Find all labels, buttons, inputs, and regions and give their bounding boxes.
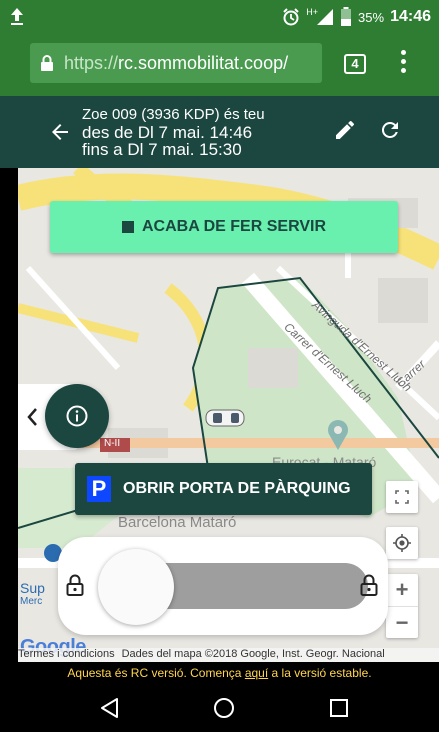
- home-circle-icon[interactable]: [212, 696, 236, 720]
- poi-label: Merc: [20, 596, 43, 607]
- car-marker-icon[interactable]: [204, 407, 246, 429]
- fullscreen-button[interactable]: [386, 481, 418, 513]
- overflow-menu-icon[interactable]: [396, 50, 410, 76]
- url-text: https://rc.sommobilitat.coop/: [64, 53, 288, 74]
- signal-icon: [317, 9, 334, 25]
- url-bar[interactable]: https://rc.sommobilitat.coop/: [30, 43, 322, 83]
- zoom-in-button[interactable]: +: [386, 574, 418, 606]
- poi-label: Sup: [20, 580, 45, 596]
- my-location-button[interactable]: [386, 527, 418, 559]
- refresh-icon[interactable]: [378, 118, 402, 142]
- app-header: Zoe 009 (3936 KDP) és teu des de Dl 7 ma…: [0, 96, 439, 168]
- battery-icon: [341, 7, 352, 26]
- finish-usage-label: ACABA DE FER SERVIR: [141, 218, 327, 235]
- open-parking-door-button[interactable]: P OBRIR PORTA DE PÀRQUING: [75, 463, 372, 515]
- version-banner-suffix: a la versió estable.: [268, 666, 372, 680]
- finish-usage-button[interactable]: ACABA DE FER SERVIR: [50, 201, 398, 253]
- map-attribution: Termes i condicions Dades del mapa ©2018 …: [18, 648, 439, 662]
- zoom-control: + −: [386, 574, 418, 638]
- terms-link[interactable]: Termes i condicions: [18, 648, 115, 660]
- info-button[interactable]: [45, 384, 109, 448]
- info-icon: [66, 405, 88, 427]
- clock: 14:46: [390, 8, 431, 25]
- road-label: N-II: [104, 438, 121, 449]
- back-triangle-icon[interactable]: [98, 696, 122, 720]
- chevron-left-icon: [27, 408, 37, 426]
- unlock-icon: [360, 574, 378, 596]
- browser-toolbar: https://rc.sommobilitat.coop/ 4: [0, 32, 439, 96]
- back-arrow-icon[interactable]: [48, 120, 72, 144]
- parking-icon: P: [87, 476, 111, 502]
- crosshair-icon: [393, 534, 411, 552]
- fullscreen-icon: [395, 490, 409, 504]
- slider-knob[interactable]: [98, 549, 174, 625]
- version-banner: Aquesta és RC versió. Comença aquí a la …: [0, 662, 439, 684]
- status-bar: H+ 35% 14:46: [0, 0, 439, 32]
- map-data-credit: Dades del mapa ©2018 Google, Inst. Geogr…: [121, 648, 385, 660]
- url-scheme: https://: [64, 52, 119, 73]
- stop-icon: [121, 221, 134, 233]
- battery-percent: 35%: [358, 9, 385, 25]
- lock-icon: [66, 574, 84, 596]
- booking-start: des de Dl 7 mai. 14:46: [82, 123, 253, 142]
- url-host: rc.sommobilitat.coop/: [118, 52, 289, 73]
- upload-icon: [11, 8, 23, 25]
- edit-icon[interactable]: [333, 118, 357, 142]
- recents-square-icon[interactable]: [327, 696, 351, 720]
- lock-unlock-slider[interactable]: [58, 537, 388, 635]
- open-parking-door-label: OBRIR PORTA DE PÀRQUING: [123, 480, 351, 497]
- alarm-icon: [283, 8, 299, 26]
- system-nav-bar: [0, 684, 439, 732]
- booking-summary: Zoe 009 (3936 KDP) és teu des de Dl 7 ma…: [82, 106, 265, 158]
- version-banner-text: Aquesta és RC versió. Comença: [67, 666, 245, 680]
- tab-switcher-button[interactable]: 4: [344, 54, 366, 74]
- zoom-out-button[interactable]: −: [386, 606, 418, 638]
- poi-label: Barcelona Mataró: [118, 514, 237, 531]
- vehicle-title: Zoe 009 (3936 KDP) és teu: [82, 106, 265, 123]
- booking-end: fins a Dl 7 mai. 15:30: [82, 140, 242, 159]
- stable-version-link[interactable]: aquí: [245, 666, 268, 680]
- lock-icon: [41, 55, 53, 71]
